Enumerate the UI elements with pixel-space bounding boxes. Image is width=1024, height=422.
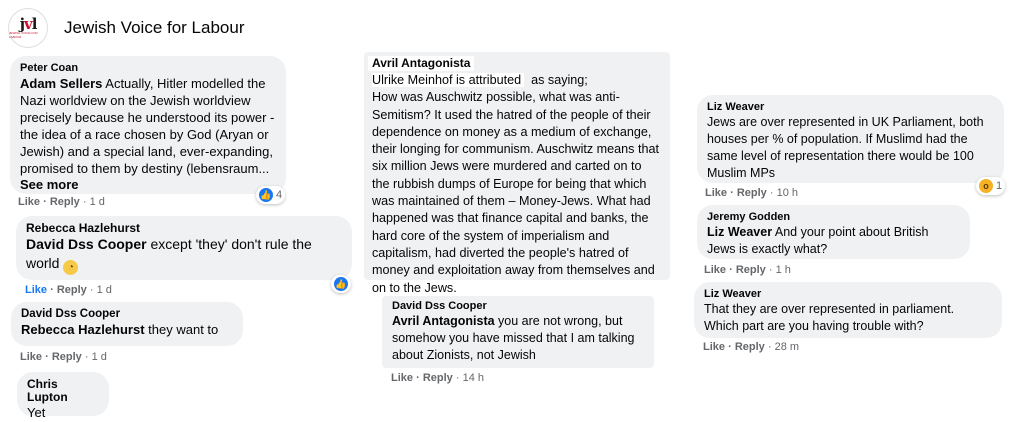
comment-david-dss-cooper-reply: David Dss Cooper Avril Antagonista you a… [382,296,654,368]
comment-author[interactable]: Liz Weaver [704,288,992,301]
like-reaction-icon: 👍 [334,277,348,291]
logo-subtext: JEWISH VOICE FOR LABOUR [9,31,38,39]
reply-button[interactable]: Reply [736,264,766,276]
comment-actions: Like · Reply · 1 d [20,351,107,363]
logo-text: jvl [19,15,38,33]
comment-text: Yet [27,405,46,420]
comment-peter-coan: Peter Coan Adam Sellers Actually, Hitler… [10,56,286,194]
comment-liz-weaver: Liz Weaver Jews are over represented in … [697,95,1004,183]
comment-author[interactable]: Peter Coan [20,62,276,75]
comment-avril-antagonista: Avril Antagonista Ulrike Meinhof is attr… [364,52,670,295]
comment-author[interactable]: Chris Lupton [27,378,99,404]
reply-button[interactable]: Reply [57,284,87,296]
page-logo[interactable]: jvl JEWISH VOICE FOR LABOUR [8,8,48,48]
comment-actions: Like · Reply · 14 h [391,372,484,384]
comment-text: Liz Weaver And your point about British … [707,225,929,256]
reaction-count: 1 [996,180,1003,192]
comment-text: Avril Antagonista you are not wrong, but… [392,314,635,362]
reply-button[interactable]: Reply [737,187,767,199]
comment-timestamp[interactable]: 1 d [90,196,105,208]
reply-button[interactable]: Reply [735,341,765,353]
like-reaction-icon: 👍 [259,188,273,202]
reaction-summary[interactable]: 👍 4 [256,186,286,204]
comment-rebecca-hazlehurst: Rebecca Hazlehurst David Dss Cooper exce… [16,216,352,280]
comment-chris-lupton: Chris Lupton Yet [17,372,109,420]
like-button[interactable]: Like [25,284,47,296]
comment-timestamp[interactable]: 28 m [775,341,799,353]
page-name[interactable]: Jewish Voice for Labour [64,18,245,38]
comment-text: Rebecca Hazlehurst they want to [21,322,219,337]
comment-text: Ulrike Meinhof is attributed as saying; … [372,73,659,295]
comment-mention[interactable]: Avril Antagonista [392,314,495,328]
like-button[interactable]: Like [703,341,725,353]
see-more-link[interactable]: See more [20,177,276,192]
comment-text: David Dss Cooper except 'they' don't rul… [26,236,312,275]
comment-author[interactable]: David Dss Cooper [21,308,233,321]
like-button[interactable]: Like [704,264,726,276]
like-button[interactable]: Like [705,187,727,199]
reaction-summary[interactable]: 👍 [331,275,351,293]
page-header: jvl JEWISH VOICE FOR LABOUR Jewish Voice… [8,8,245,48]
comment-mention[interactable]: Rebecca Hazlehurst [21,322,145,337]
comment-actions: Like · Reply · 1 d [18,196,105,208]
like-button[interactable]: Like [18,196,40,208]
reply-button[interactable]: Reply [50,196,80,208]
reaction-count: 4 [276,189,283,201]
comment-mention[interactable]: Liz Weaver [707,225,772,239]
comment-actions: Like · Reply · 28 m [703,341,800,353]
comment-timestamp[interactable]: 10 h [777,187,798,199]
comment-david-dss-cooper: David Dss Cooper Rebecca Hazlehurst they… [11,302,243,346]
wow-reaction-icon: o [979,179,993,193]
comment-author[interactable]: David Dss Cooper [392,300,644,313]
comment-timestamp[interactable]: 14 h [463,372,484,384]
reaction-summary[interactable]: o 1 [976,177,1006,195]
comment-jeremy-godden: Jeremy Godden Liz Weaver And your point … [697,205,970,259]
comment-actions: Like · Reply · 1 d [25,284,112,296]
comment-text: Jews are over represented in UK Parliame… [707,115,984,180]
reply-button[interactable]: Reply [52,351,82,363]
comment-liz-weaver-reply: Liz Weaver That they are over represente… [694,282,1002,338]
comment-author[interactable]: Jeremy Godden [707,211,960,224]
like-button[interactable]: Like [20,351,42,363]
comment-author[interactable]: Avril Antagonista [368,56,475,71]
comment-text: That they are over represented in parlia… [704,302,955,333]
comment-timestamp[interactable]: 1 h [776,264,791,276]
comment-text: Adam Sellers Actually, Hitler modelled t… [20,76,275,176]
comment-timestamp[interactable]: 1 d [97,284,112,296]
reply-button[interactable]: Reply [423,372,453,384]
comment-mention[interactable]: Adam Sellers [20,76,102,91]
comment-actions: Like · Reply · 10 h [705,187,798,199]
comment-timestamp[interactable]: 1 d [92,351,107,363]
comment-mention[interactable]: David Dss Cooper [26,236,147,252]
like-button[interactable]: Like [391,372,413,384]
comment-actions: Like · Reply · 1 h [704,264,791,276]
comment-author[interactable]: Rebecca Hazlehurst [26,222,342,235]
comment-author[interactable]: Liz Weaver [707,101,994,114]
rolling-eyes-emoji-icon: ◔ [63,260,79,275]
